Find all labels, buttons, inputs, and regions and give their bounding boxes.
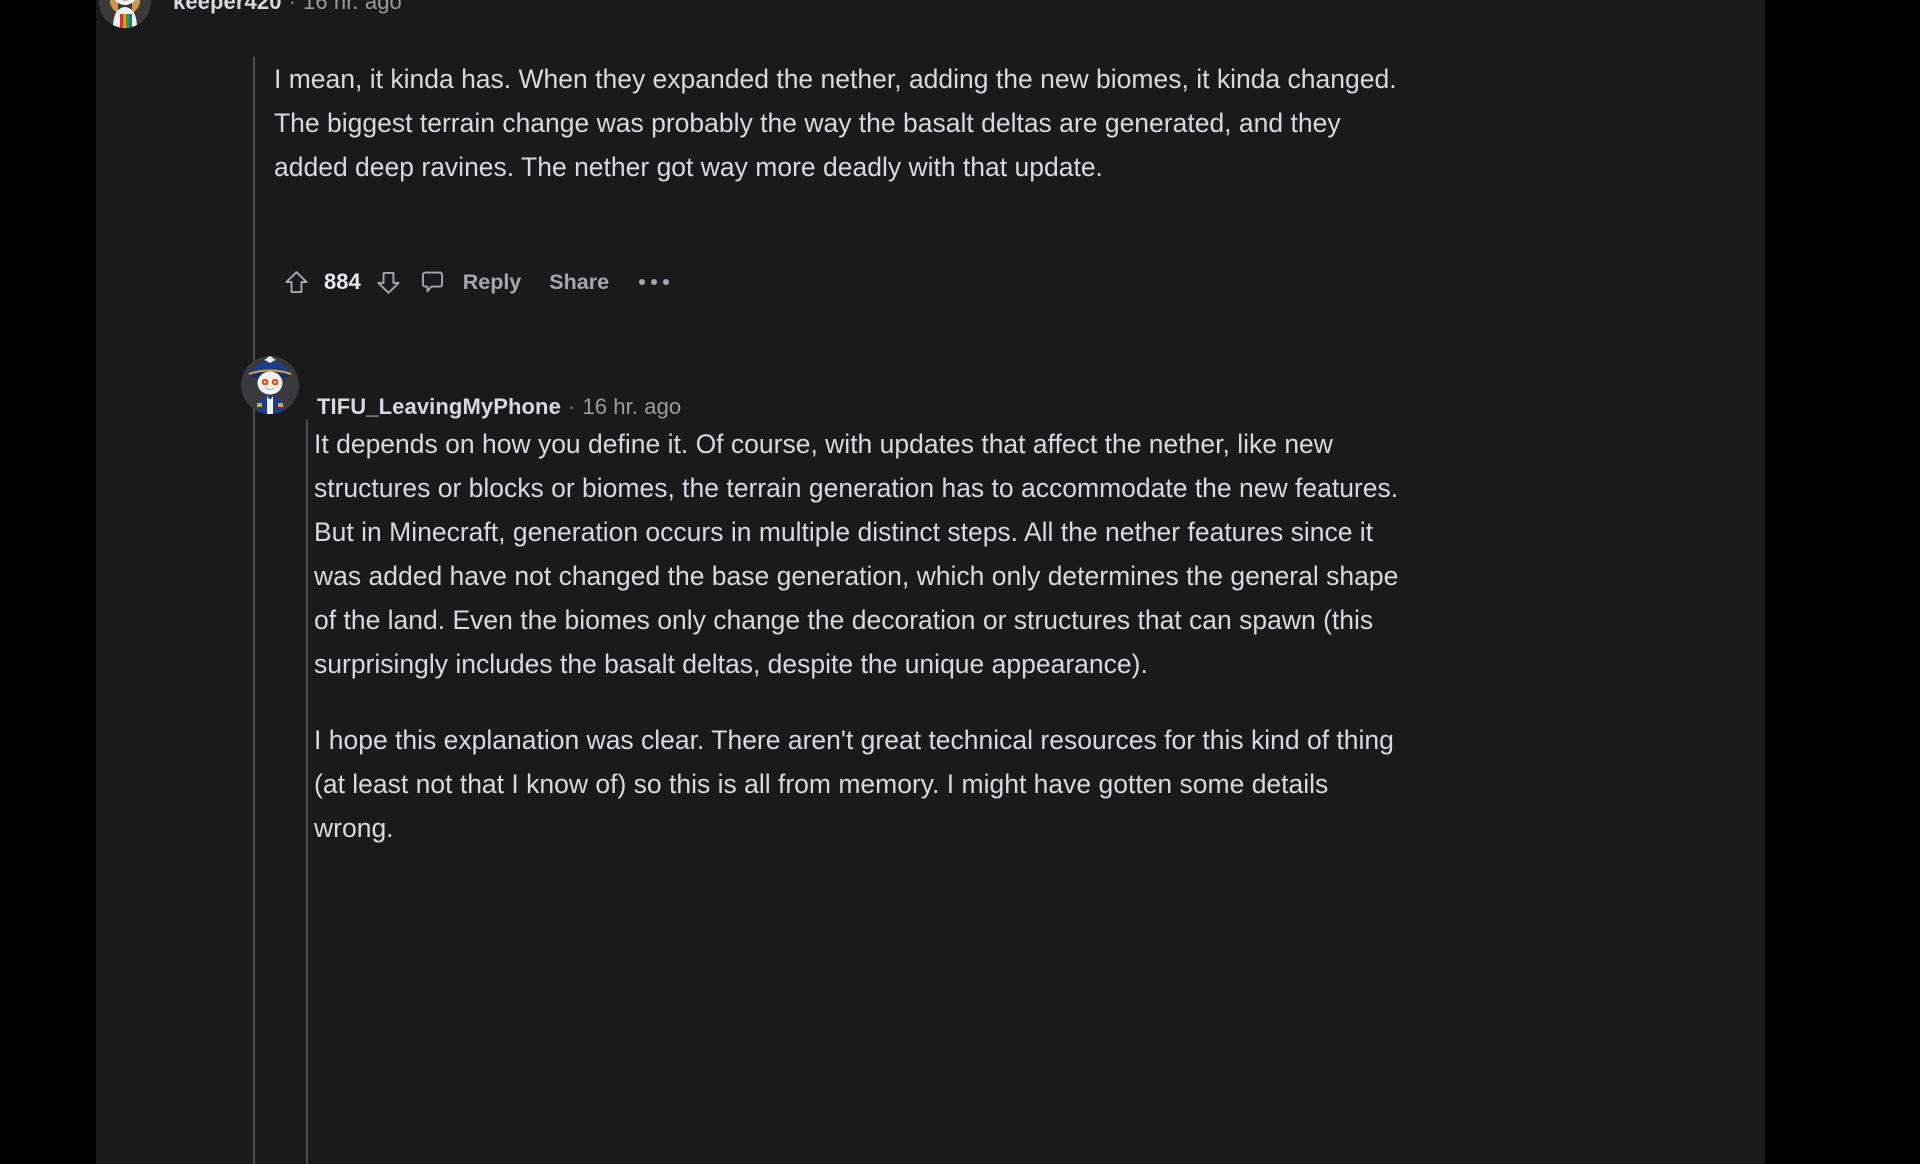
more-dot	[639, 279, 646, 285]
comment-byline: TIFU_LeavingMyPhone · 16 hr. ago	[317, 394, 681, 420]
comment-byline: keeper420 · 16 hr. ago	[173, 0, 402, 15]
reply-label: Reply	[462, 269, 522, 294]
downvote-button[interactable]	[367, 260, 411, 304]
screenshot-stage: keeper420 · 16 hr. ago I mean, it kinda ha…	[0, 0, 1920, 1164]
comment-author[interactable]: TIFU_LeavingMyPhone	[317, 394, 561, 419]
avatar[interactable]	[241, 356, 299, 414]
more-dot	[651, 279, 658, 285]
upvote-arrow-icon	[284, 270, 308, 293]
reddit-comment-viewport: keeper420 · 16 hr. ago I mean, it kinda ha…	[96, 0, 1765, 1164]
downvote-arrow-icon	[377, 271, 400, 294]
share-button[interactable]: Share	[533, 270, 625, 295]
comment-score: 884	[324, 269, 361, 294]
reddit-snoo-avatar-icon	[241, 356, 299, 414]
comment-body: I mean, it kinda has. When they expanded…	[274, 57, 1404, 189]
comment-author[interactable]: keeper420	[173, 0, 282, 14]
upvote-button[interactable]	[274, 260, 318, 304]
comment-header: keeper420 · 16 hr. ago	[99, 0, 402, 28]
thread-collapse-line-level-1[interactable]	[253, 56, 255, 1164]
thread-collapse-line-level-2[interactable]	[306, 419, 308, 1164]
vote-group: 884	[274, 260, 411, 304]
comment-paragraph: It depends on how you define it. Of cour…	[314, 429, 1399, 679]
byline-separator: ·	[288, 0, 296, 14]
more-dot	[663, 279, 670, 285]
byline-separator: ·	[567, 394, 576, 419]
comment-timestamp[interactable]: 16 hr. ago	[582, 394, 681, 419]
comment-paragraph: I mean, it kinda has. When they expanded…	[274, 64, 1397, 182]
comment-header: TIFU_LeavingMyPhone · 16 hr. ago	[241, 340, 681, 430]
comment-bubble-button[interactable]	[411, 260, 455, 304]
comment-action-bar: 884 Reply Share	[274, 260, 683, 304]
comment-timestamp[interactable]: 16 hr. ago	[303, 0, 402, 14]
reply-button[interactable]: Reply	[411, 260, 534, 304]
comment-paragraph: I hope this explanation was clear. There…	[314, 725, 1394, 843]
more-options-button[interactable]	[625, 260, 683, 304]
reddit-snoo-avatar-icon	[99, 0, 151, 28]
comment-body: It depends on how you define it. Of cour…	[314, 422, 1414, 850]
comment-bubble-icon	[422, 271, 444, 292]
avatar[interactable]	[99, 0, 151, 28]
